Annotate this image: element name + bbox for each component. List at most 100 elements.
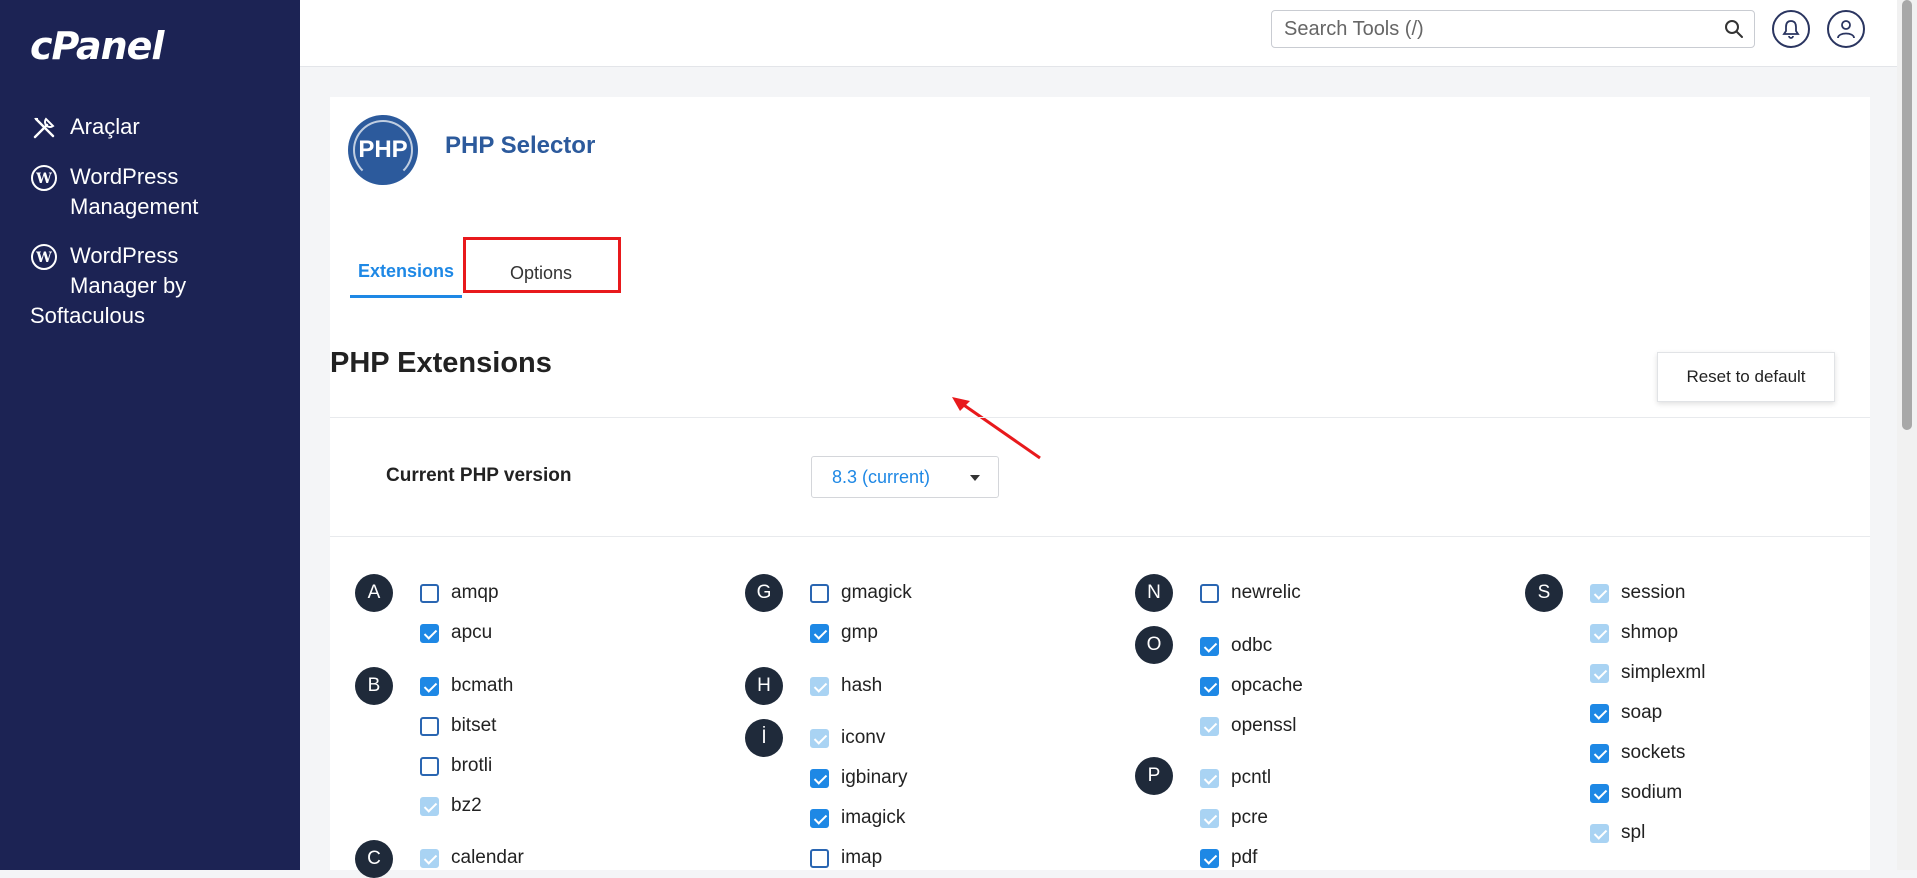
checkbox[interactable]	[1200, 636, 1219, 656]
checkbox[interactable]	[420, 716, 439, 736]
scrollbar-thumb[interactable]	[1902, 0, 1912, 430]
letter-badge-g: G	[745, 574, 783, 612]
sidebar: cPanel Araçlar W WordPress Management W …	[0, 0, 300, 870]
checkbox[interactable]	[420, 756, 439, 776]
letter-badge-i: İ	[745, 719, 783, 757]
ext-gmp[interactable]: gmp	[810, 619, 878, 647]
sidebar-item-wordpress-management[interactable]: W WordPress Management	[30, 162, 198, 222]
letter-badge-o: O	[1135, 626, 1173, 664]
ext-sockets[interactable]: sockets	[1590, 739, 1685, 767]
ext-opcache[interactable]: opcache	[1200, 672, 1303, 700]
checkbox[interactable]	[810, 583, 829, 603]
wordpress-icon: W	[31, 244, 57, 270]
ext-simplexml[interactable]: simplexml	[1590, 659, 1705, 687]
ext-odbc[interactable]: odbc	[1200, 632, 1272, 660]
tab-extensions[interactable]: Extensions	[350, 247, 462, 298]
user-menu-button[interactable]	[1827, 10, 1865, 48]
checkbox[interactable]	[420, 676, 439, 696]
checkbox[interactable]	[1590, 823, 1609, 843]
checkbox[interactable]	[1200, 583, 1219, 603]
checkbox[interactable]	[1200, 768, 1219, 788]
checkbox[interactable]	[1590, 623, 1609, 643]
wordpress-icon: W	[31, 165, 57, 191]
svg-text:W: W	[35, 250, 52, 266]
search-icon[interactable]	[1724, 19, 1744, 39]
ext-apcu[interactable]: apcu	[420, 619, 492, 647]
sidebar-item-label: Araçlar	[70, 114, 140, 139]
sidebar-item-wordpress-manager-softaculous[interactable]: W WordPress Manager by	[30, 241, 186, 301]
search-box	[1271, 10, 1755, 48]
checkbox[interactable]	[1590, 663, 1609, 683]
checkbox[interactable]	[1590, 743, 1609, 763]
user-icon	[1837, 20, 1855, 39]
ext-pdf[interactable]: pdf	[1200, 844, 1257, 872]
svg-text:W: W	[35, 171, 52, 187]
checkbox[interactable]	[1200, 676, 1219, 696]
ext-spl[interactable]: spl	[1590, 819, 1645, 847]
divider	[330, 417, 1870, 418]
ext-brotli[interactable]: brotli	[420, 752, 492, 780]
page-title: PHP Selector	[445, 132, 596, 159]
ext-openssl[interactable]: openssl	[1200, 712, 1297, 740]
checkbox[interactable]	[810, 676, 829, 696]
ext-newrelic[interactable]: newrelic	[1200, 579, 1301, 607]
ext-session[interactable]: session	[1590, 579, 1685, 607]
checkbox[interactable]	[1200, 808, 1219, 828]
sidebar-item-araclar[interactable]: Araçlar	[30, 112, 140, 142]
tools-icon	[33, 117, 55, 139]
ext-iconv[interactable]: iconv	[810, 724, 885, 752]
highlight-box	[463, 237, 621, 293]
ext-hash[interactable]: hash	[810, 672, 882, 700]
section-title: PHP Extensions	[330, 347, 552, 379]
ext-pcntl[interactable]: pcntl	[1200, 764, 1271, 792]
checkbox[interactable]	[1590, 583, 1609, 603]
sidebar-item-label-continued: Softaculous	[30, 303, 145, 328]
search-input[interactable]	[1282, 11, 1706, 47]
topbar	[300, 0, 1897, 67]
ext-imap[interactable]: imap	[810, 844, 882, 872]
ext-gmagick[interactable]: gmagick	[810, 579, 912, 607]
bell-icon	[1782, 20, 1800, 39]
checkbox[interactable]	[420, 848, 439, 868]
checkbox[interactable]	[1200, 848, 1219, 868]
checkbox[interactable]	[1200, 716, 1219, 736]
divider	[330, 536, 1870, 537]
checkbox[interactable]	[810, 623, 829, 643]
checkbox[interactable]	[420, 623, 439, 643]
checkbox[interactable]	[1590, 703, 1609, 723]
checkbox[interactable]	[1590, 783, 1609, 803]
annotation-arrow	[952, 397, 1041, 460]
ext-sodium[interactable]: sodium	[1590, 779, 1682, 807]
php-logo: PHP	[348, 115, 418, 185]
checkbox[interactable]	[810, 808, 829, 828]
sidebar-item-label: WordPress Manager by	[70, 243, 187, 298]
ext-bitset[interactable]: bitset	[420, 712, 496, 740]
ext-bz2[interactable]: bz2	[420, 792, 482, 820]
checkbox[interactable]	[420, 796, 439, 816]
php-version-select[interactable]: 8.3 (current)	[811, 456, 999, 498]
letter-badge-p: P	[1135, 757, 1173, 795]
ext-soap[interactable]: soap	[1590, 699, 1662, 727]
notifications-button[interactable]	[1772, 10, 1810, 48]
checkbox[interactable]	[810, 728, 829, 748]
ext-shmop[interactable]: shmop	[1590, 619, 1678, 647]
ext-calendar[interactable]: calendar	[420, 844, 524, 872]
php-selector-card: PHP PHP Selector Extensions Options PHP …	[330, 97, 1870, 878]
letter-badge-b: B	[355, 667, 393, 705]
cpanel-logo[interactable]: cPanel	[30, 24, 164, 68]
letter-badge-s: S	[1525, 574, 1563, 612]
checkbox[interactable]	[810, 768, 829, 788]
sidebar-item-label: WordPress Management	[70, 164, 199, 219]
php-version-label: Current PHP version	[386, 465, 572, 486]
checkbox[interactable]	[420, 583, 439, 603]
ext-bcmath[interactable]: bcmath	[420, 672, 513, 700]
ext-pcre[interactable]: pcre	[1200, 804, 1268, 832]
page-scrollbar[interactable]	[1897, 0, 1917, 870]
ext-igbinary[interactable]: igbinary	[810, 764, 908, 792]
checkbox[interactable]	[810, 848, 829, 868]
ext-imagick[interactable]: imagick	[810, 804, 905, 832]
reset-to-default-button[interactable]: Reset to default	[1657, 352, 1835, 402]
letter-badge-c: C	[355, 840, 393, 878]
ext-amqp[interactable]: amqp	[420, 579, 499, 607]
chevron-down-icon	[970, 475, 980, 481]
